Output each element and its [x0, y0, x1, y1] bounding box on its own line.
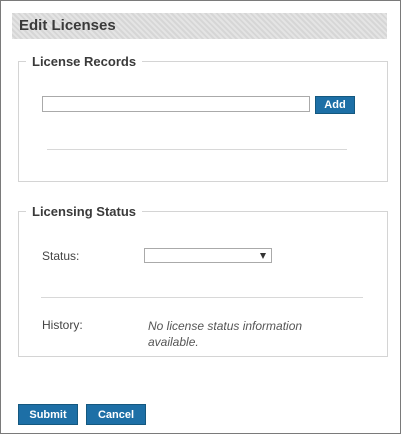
license-records-group: License Records Add	[18, 54, 388, 182]
history-label: History:	[42, 318, 83, 332]
dialog-title-bar: Edit Licenses	[12, 13, 387, 39]
records-divider	[47, 149, 347, 150]
licensing-status-group: Licensing Status Status: History: No lic…	[18, 204, 388, 357]
licensing-status-legend: Licensing Status	[32, 204, 137, 219]
cancel-button[interactable]: Cancel	[86, 404, 146, 425]
chevron-down-icon	[260, 253, 266, 259]
history-text: No license status information available.	[148, 319, 303, 349]
dialog-title: Edit Licenses	[19, 17, 116, 34]
license-record-input[interactable]	[42, 96, 310, 112]
add-button[interactable]: Add	[315, 96, 355, 114]
status-label: Status:	[42, 249, 80, 263]
status-divider	[41, 297, 363, 298]
edit-licenses-dialog: Edit Licenses License Records Add Licens…	[0, 0, 401, 434]
license-records-legend: License Records	[32, 54, 137, 69]
submit-button[interactable]: Submit	[18, 404, 78, 425]
status-select[interactable]	[144, 248, 272, 263]
